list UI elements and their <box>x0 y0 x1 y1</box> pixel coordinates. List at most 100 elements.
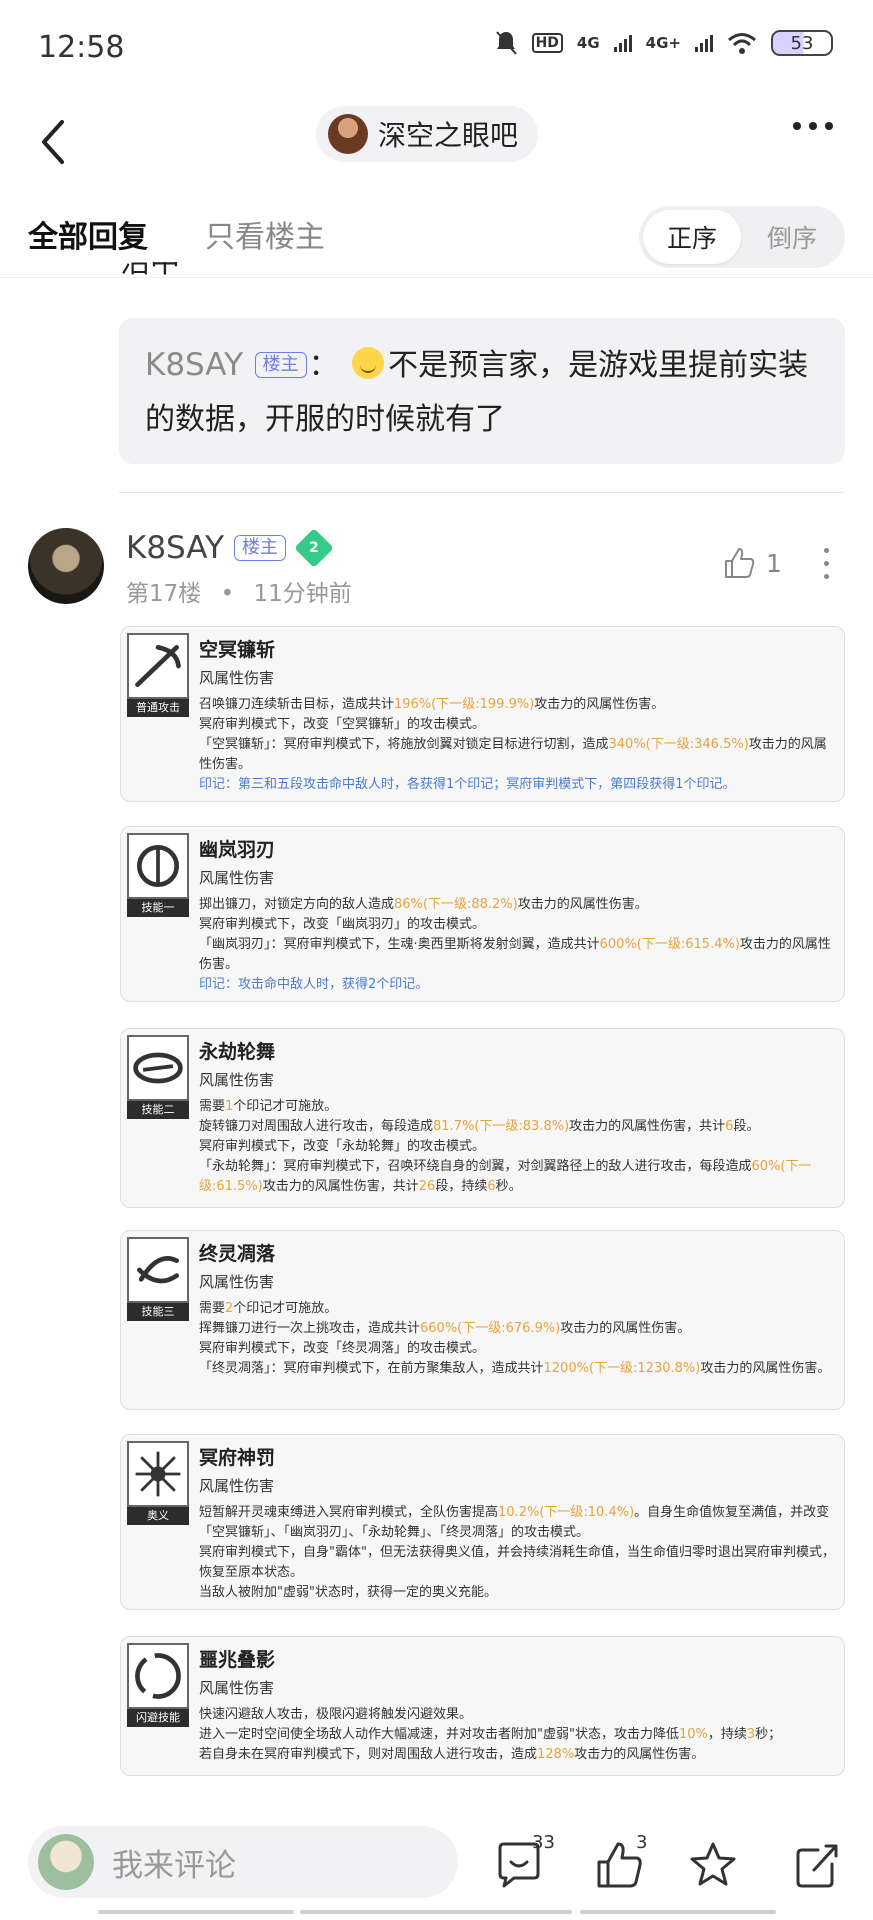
skill-emblem-icon <box>127 833 189 899</box>
skill-description: 需要2个印记才可施放。挥舞镰刀进行一次上挑攻击，造成共计660%(下一级:676… <box>199 1299 838 1379</box>
text-segment: 段。 <box>733 1119 760 1134</box>
skill-description-line: 冥府审判模式下，改变「空冥镰斩」的攻击模式。 <box>199 715 838 735</box>
sub-reply-text: 不是预言家，是游戏里提前实装的数据，开服的时候就有了 <box>145 348 809 437</box>
text-segment: ，持续 <box>707 1727 747 1742</box>
text-segment: 冥府审判模式下，改变「永劫轮舞」的攻击模式。 <box>199 1139 486 1154</box>
skill-description-line: 印记：攻击命中敌人时，获得2个印记。 <box>199 975 838 995</box>
forum-pill[interactable]: 深空之眼吧 <box>316 106 539 162</box>
skill-icon-box: 技能一 <box>127 833 189 919</box>
like-count: 3 <box>636 1832 648 1853</box>
skill-description-line: 需要1个印记才可施放。 <box>199 1097 838 1117</box>
skill-description-line: 「终灵凋落」：冥府审判模式下，在前方聚集敌人，造成共计1200%(下一级:123… <box>199 1359 838 1379</box>
skill-name: 终灵凋落 <box>199 1243 276 1265</box>
skill-card[interactable]: 技能三 终灵凋落风属性伤害需要2个印记才可施放。挥舞镰刀进行一次上挑攻击，造成共计… <box>120 1230 845 1410</box>
post-like-button[interactable]: 1 <box>722 546 782 580</box>
sub-reply[interactable]: K8SAY 楼主： 不是预言家，是游戏里提前实装的数据，开服的时候就有了 <box>119 318 845 464</box>
text-segment: 旋转镰刀对周围敌人进行攻击，每段造成 <box>199 1119 434 1134</box>
skill-description: 短暂解开灵魂束缚进入冥府审判模式，全队伤害提高10.2%(下一级:10.4%)。… <box>199 1503 838 1603</box>
text-segment: 快速闪避敌人攻击，极限闪避将触发闪避效果。 <box>199 1707 473 1722</box>
top-nav: 深空之眼吧 <box>0 96 873 192</box>
skill-attribute: 风属性伤害 <box>199 1273 275 1291</box>
skill-attribute: 风属性伤害 <box>199 1679 275 1697</box>
value-highlight: 660%(下一级:676.9%) <box>420 1321 561 1336</box>
text-segment: 秒。 <box>495 1179 522 1194</box>
text-segment: 若自身未在冥府审判模式下，则对周围敌人进行攻击，造成 <box>199 1747 538 1762</box>
post-time: 11分钟前 <box>253 581 352 607</box>
skill-name: 噩兆叠影 <box>199 1649 276 1671</box>
value-highlight: 128% <box>537 1747 575 1762</box>
skill-description-line: 冥府审判模式下，改变「永劫轮舞」的攻击模式。 <box>199 1137 838 1157</box>
sub-reply-user[interactable]: K8SAY <box>145 347 243 383</box>
text-segment: 冥府审判模式下，改变「幽岚羽刃」的攻击模式。 <box>199 917 486 932</box>
text-segment: 召唤镰刀连续斩击目标，造成共计 <box>199 697 395 712</box>
status-icons: HD 4G 4G+ 53 <box>494 30 833 56</box>
skill-emblem-icon <box>127 1441 189 1507</box>
text-segment: 攻击力的风属性伤害。 <box>534 697 665 712</box>
skill-type-tag: 技能一 <box>127 899 189 917</box>
network-4g-icon: 4G <box>576 34 600 52</box>
skill-card[interactable]: 普通攻击 空冥镰斩 风属性伤害 召唤镰刀连续斩击目标，造成共计196%(下一级:199… <box>120 626 845 802</box>
mute-bell-icon <box>495 31 517 55</box>
value-highlight: 86%(下一级:88.2%) <box>394 897 518 912</box>
sort-ascending-button[interactable]: 正序 <box>643 210 741 264</box>
text-segment: 「终灵凋落」：冥府审判模式下，在前方聚集敌人，造成共计 <box>199 1361 544 1376</box>
op-badge: 楼主 <box>234 535 287 561</box>
skill-description-line: 「永劫轮舞」：冥府审判模式下，召唤环绕自身的剑翼，对剑翼路径上的敌人进行攻击，每… <box>199 1157 838 1197</box>
skill-description-line: 短暂解开灵魂束缚进入冥府审判模式，全队伤害提高10.2%(下一级:10.4%)。… <box>199 1503 838 1543</box>
post-more-icon[interactable] <box>824 548 829 579</box>
text-segment: 挥舞镰刀进行一次上挑攻击，造成共计 <box>199 1321 421 1336</box>
skill-icon-box: 普通攻击 <box>127 633 189 719</box>
skill-icon-box: 奥义 <box>127 1441 189 1527</box>
skill-icon-box: 技能三 <box>127 1237 189 1323</box>
skill-description-line: 若自身未在冥府审判模式下，则对周围敌人进行攻击，造成128%攻击力的风属性伤害。 <box>199 1745 838 1765</box>
back-arrow-icon[interactable] <box>32 114 76 170</box>
text-segment: 需要 <box>199 1099 226 1114</box>
sort-descending-button[interactable]: 倒序 <box>743 210 841 264</box>
hd-icon: HD <box>531 33 563 53</box>
wifi-icon <box>728 33 756 54</box>
text-segment: 攻击力的风属性伤害，共计 <box>569 1119 726 1134</box>
user-avatar[interactable] <box>28 528 104 604</box>
skill-description: 快速闪避敌人攻击，极限闪避将触发闪避效果。 进入一定时空间使全场敌人动作大幅减速，… <box>199 1705 838 1765</box>
value-highlight: 10% <box>678 1727 708 1742</box>
text-segment: 冥府审判模式下，改变「终灵凋落」的攻击模式。 <box>199 1341 486 1356</box>
signal-icon <box>613 34 632 52</box>
tab-all-replies[interactable]: 全部回复 <box>28 212 148 256</box>
skill-description: 召唤镰刀连续斩击目标，造成共计196%(下一级:199.9%)攻击力的风属性伤害… <box>199 695 838 795</box>
star-icon[interactable] <box>688 1840 738 1890</box>
more-icon[interactable] <box>793 122 833 130</box>
status-time: 12:58 <box>38 30 125 65</box>
forum-name: 深空之眼吧 <box>378 119 519 152</box>
skill-description-line: 需要2个印记才可施放。 <box>199 1299 838 1319</box>
skill-description-line: 旋转镰刀对周围敌人进行攻击，每段造成81.7%(下一级:83.8%)攻击力的风属… <box>199 1117 838 1137</box>
skill-type-tag: 技能二 <box>127 1101 189 1119</box>
post-author[interactable]: K8SAY <box>126 530 224 566</box>
op-badge: 楼主 <box>254 352 307 378</box>
skill-type-tag: 技能三 <box>127 1303 189 1321</box>
text-segment: 当敌人被附加"虚弱"状态时，获得一定的奥义充能。 <box>199 1585 497 1600</box>
skill-type-tag: 普通攻击 <box>127 699 189 717</box>
tab-op-only[interactable]: 只看楼主 <box>205 212 325 256</box>
text-segment: 攻击力的风属性伤害。 <box>560 1321 691 1336</box>
thumbs-up-icon <box>725 548 755 578</box>
skill-description-line: 冥府审判模式下，改变「终灵凋落」的攻击模式。 <box>199 1339 838 1359</box>
skill-description-line: 召唤镰刀连续斩击目标，造成共计196%(下一级:199.9%)攻击力的风属性伤害… <box>199 695 838 715</box>
value-highlight: 600%(下一级:615.4%) <box>599 937 740 952</box>
network-4gplus-icon: 4G+ <box>645 34 681 52</box>
skill-type-tag: 闪避技能 <box>127 1709 189 1727</box>
skill-card[interactable]: 技能一 幽岚羽刃 风属性伤害 掷出镰刀，对锁定方向的敌人造成86%(下一级:88.2%… <box>120 826 845 1002</box>
skill-emblem-icon <box>127 1643 189 1709</box>
share-icon[interactable] <box>792 1840 842 1890</box>
skill-card[interactable]: 技能二 永劫轮舞 风属性伤害 需要1个印记才可施放。 旋转镰刀对周围敌人进行攻击，每段造… <box>120 1028 845 1208</box>
floor-number: 第17楼 <box>126 581 202 607</box>
comment-input[interactable]: 我来评论 <box>28 1826 458 1898</box>
skill-card[interactable]: 闪避技能 噩兆叠影风属性伤害快速闪避敌人攻击，极限闪避将触发闪避效果。 进入一定时空… <box>120 1636 845 1776</box>
text-segment: 攻击力的风属性伤害。 <box>574 1747 705 1762</box>
my-avatar <box>38 1834 94 1890</box>
skill-description-line: 印记：第三和五段攻击命中敌人时，各获得1个印记；冥府审判模式下，第四段获得1个印… <box>199 775 838 795</box>
text-segment: 攻击力的风属性伤害，共计 <box>262 1179 419 1194</box>
skill-card[interactable]: 奥义 冥府神罚 风属性伤害 短暂解开灵魂束缚进入冥府审判模式，全队伤害提高10.2%(… <box>120 1434 845 1610</box>
text-segment: 冥府审判模式下，自身"霸体"，但无法获得奥义值，并会持续消耗生命值，当生命值归零… <box>199 1545 835 1580</box>
sub-reply-colon: ： <box>308 348 339 383</box>
text-segment: 短暂解开灵魂束缚进入冥府审判模式，全队伤害提高 <box>199 1505 499 1520</box>
